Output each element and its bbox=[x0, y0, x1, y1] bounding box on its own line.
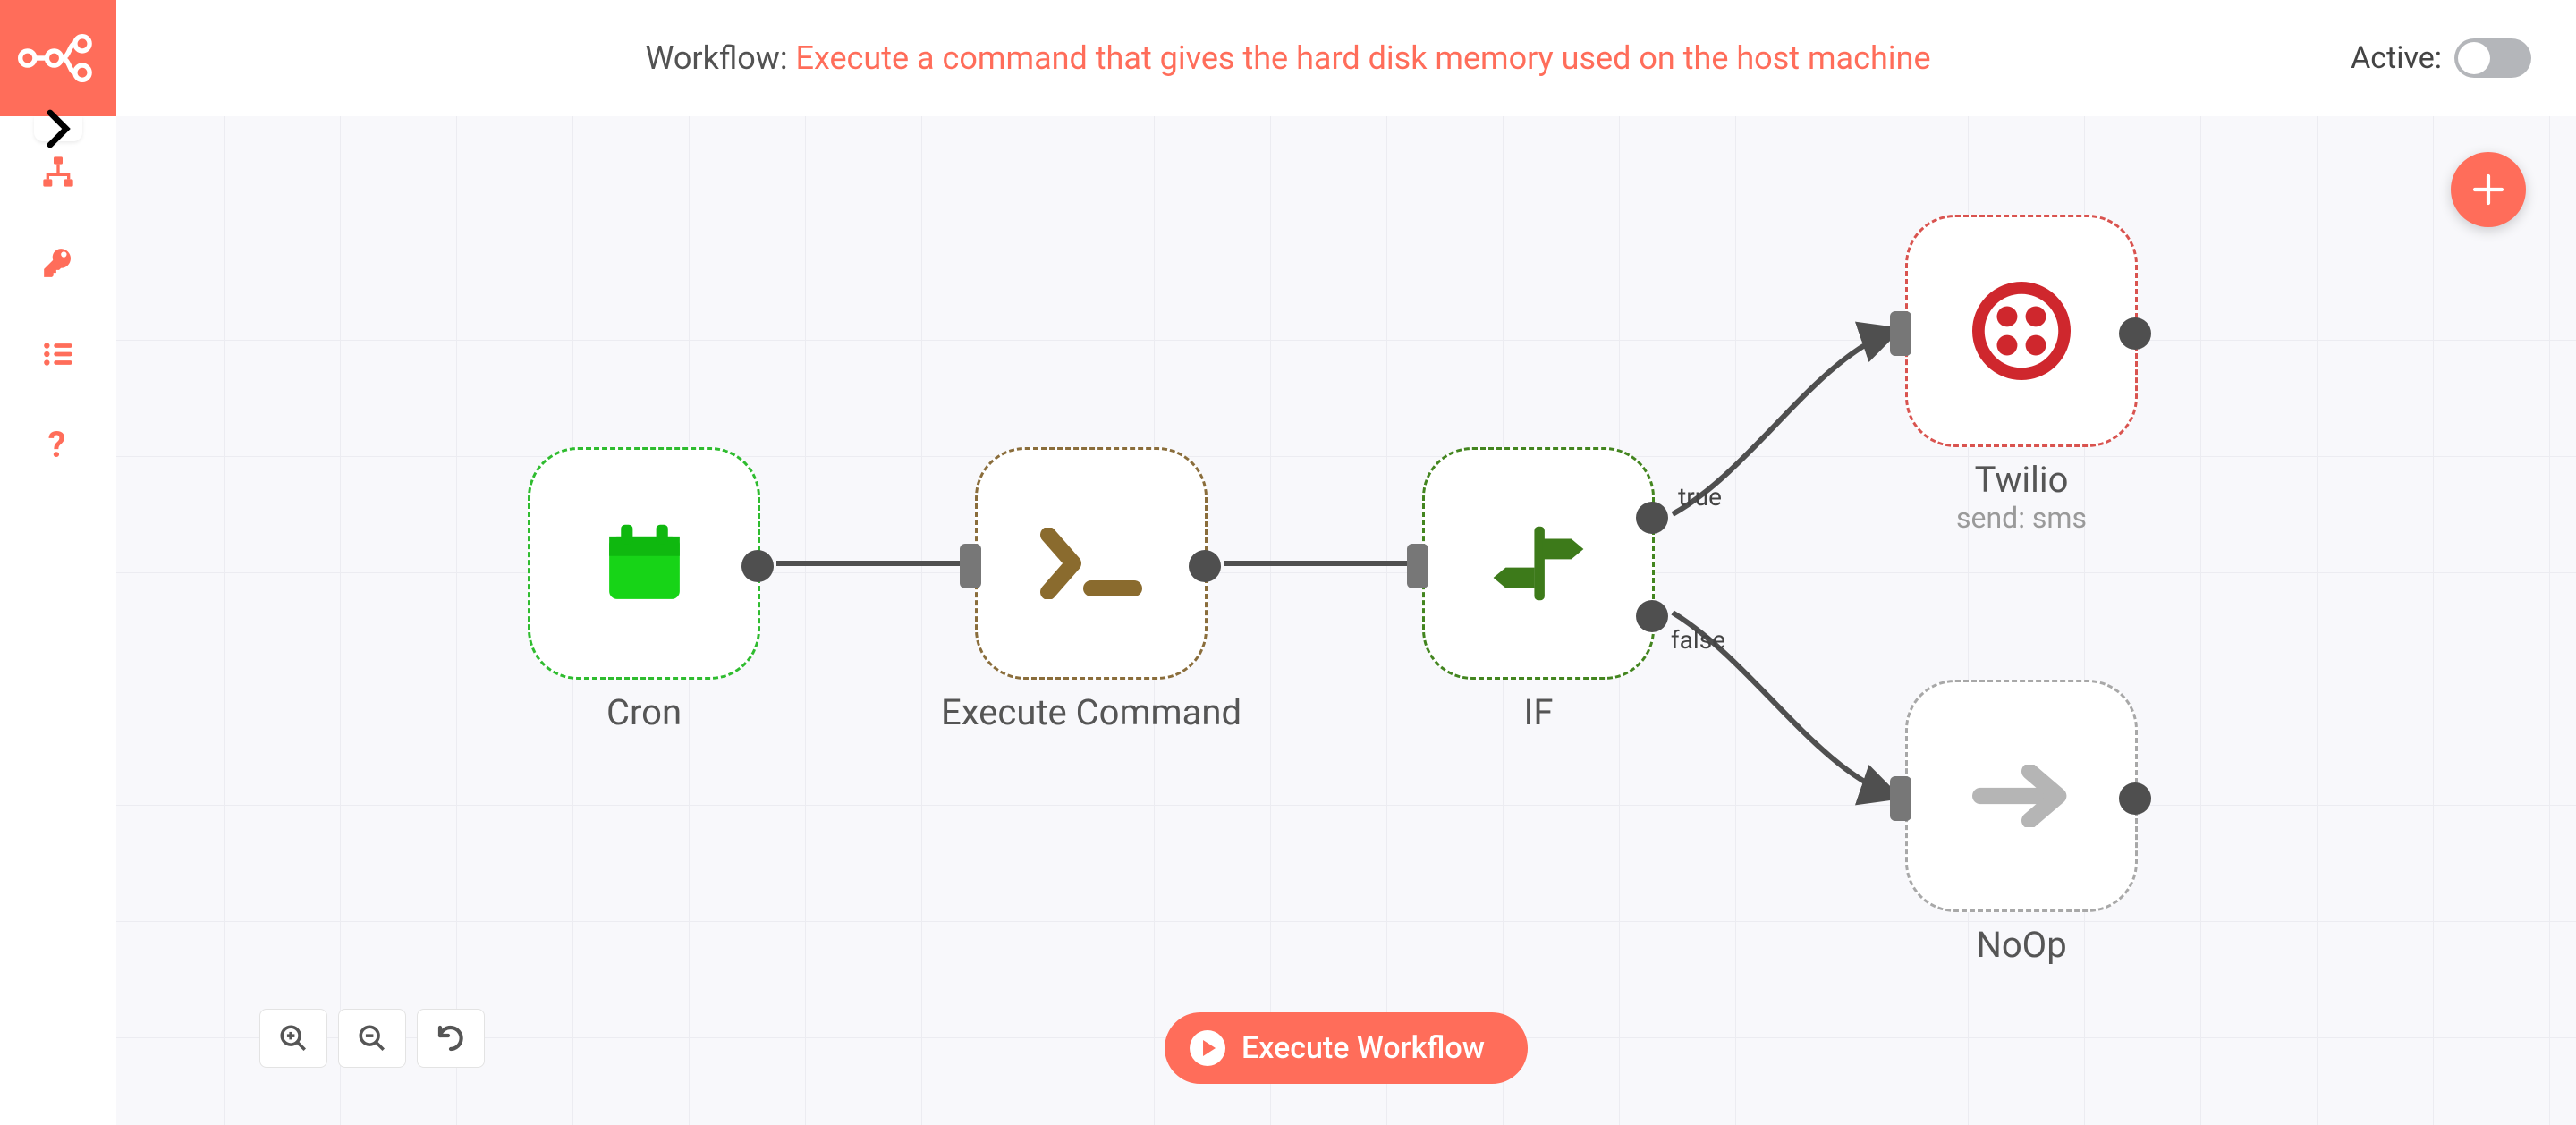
arrow-right-icon bbox=[1972, 765, 2071, 827]
sidebar-item-help[interactable]: ? bbox=[38, 426, 78, 465]
zoom-in-icon bbox=[278, 1023, 309, 1053]
n8n-logo-icon bbox=[18, 31, 98, 85]
node-label: NoOp bbox=[1976, 924, 2066, 966]
top-bar: Workflow: Execute a command that gives t… bbox=[0, 0, 2576, 116]
twilio-icon bbox=[1972, 282, 2071, 380]
node-output-true-port[interactable] bbox=[1636, 502, 1668, 534]
node-input-port[interactable] bbox=[1890, 311, 1911, 356]
node-label: IF bbox=[1524, 691, 1554, 733]
sidebar: ? bbox=[0, 116, 116, 1125]
chevron-right-icon bbox=[34, 102, 82, 156]
node-input-port[interactable] bbox=[1407, 544, 1428, 588]
zoom-reset-button[interactable] bbox=[417, 1009, 485, 1068]
sidebar-item-executions[interactable] bbox=[38, 334, 78, 374]
key-icon bbox=[41, 246, 75, 280]
zoom-in-button[interactable] bbox=[259, 1009, 327, 1068]
node-execute-command[interactable]: Execute Command bbox=[975, 447, 1208, 680]
node-label: Cron bbox=[606, 691, 682, 733]
undo-icon bbox=[435, 1022, 467, 1054]
execute-workflow-button[interactable]: Execute Workflow bbox=[1165, 1012, 1528, 1084]
branch-icon bbox=[1489, 514, 1588, 613]
node-output-port[interactable] bbox=[1189, 550, 1221, 582]
node-noop[interactable]: NoOp bbox=[1905, 680, 2138, 912]
app-logo[interactable] bbox=[0, 0, 116, 116]
node-twilio[interactable]: Twilio send: sms bbox=[1905, 215, 2138, 447]
sidebar-expand-toggle[interactable] bbox=[34, 116, 82, 141]
sidebar-item-workflows[interactable] bbox=[38, 152, 78, 191]
workflow-title[interactable]: Workflow: Execute a command that gives t… bbox=[645, 39, 1930, 77]
node-cron[interactable]: Cron bbox=[528, 447, 760, 680]
node-input-port[interactable] bbox=[1890, 776, 1911, 821]
sidebar-item-credentials[interactable] bbox=[38, 243, 78, 283]
node-output-port[interactable] bbox=[741, 550, 774, 582]
zoom-controls bbox=[259, 1009, 485, 1068]
svg-text:?: ? bbox=[48, 426, 66, 465]
play-icon bbox=[1190, 1030, 1225, 1066]
zoom-out-button[interactable] bbox=[338, 1009, 406, 1068]
node-output-false-port[interactable] bbox=[1636, 600, 1668, 632]
node-label: Execute Command bbox=[941, 691, 1241, 733]
calendar-icon bbox=[597, 517, 691, 611]
execute-button-label: Execute Workflow bbox=[1241, 1030, 1485, 1066]
output-false-label: false bbox=[1671, 625, 1725, 655]
node-label: Twilio send: sms bbox=[1956, 459, 2087, 535]
sitemap-icon bbox=[40, 154, 76, 190]
node-input-port[interactable] bbox=[960, 544, 981, 588]
question-icon: ? bbox=[43, 426, 73, 465]
terminal-icon bbox=[1038, 528, 1145, 599]
active-toggle[interactable] bbox=[2454, 38, 2531, 78]
active-label: Active: bbox=[2351, 40, 2442, 76]
node-output-port[interactable] bbox=[2119, 317, 2151, 350]
active-block: Active: bbox=[2351, 38, 2531, 78]
workflow-title-prefix: Workflow: bbox=[645, 39, 795, 77]
plus-icon bbox=[2470, 172, 2506, 207]
connections-layer bbox=[116, 116, 2576, 1125]
list-icon bbox=[41, 337, 75, 371]
output-true-label: true bbox=[1678, 482, 1722, 512]
workflow-canvas[interactable]: Cron Execute Command true false IF bbox=[116, 116, 2576, 1125]
node-sublabel: send: sms bbox=[1956, 501, 2087, 535]
node-output-port[interactable] bbox=[2119, 782, 2151, 815]
node-if[interactable]: true false IF bbox=[1422, 447, 1655, 680]
add-node-button[interactable] bbox=[2451, 152, 2526, 227]
workflow-name: Execute a command that gives the hard di… bbox=[796, 39, 1931, 77]
zoom-out-icon bbox=[357, 1023, 387, 1053]
